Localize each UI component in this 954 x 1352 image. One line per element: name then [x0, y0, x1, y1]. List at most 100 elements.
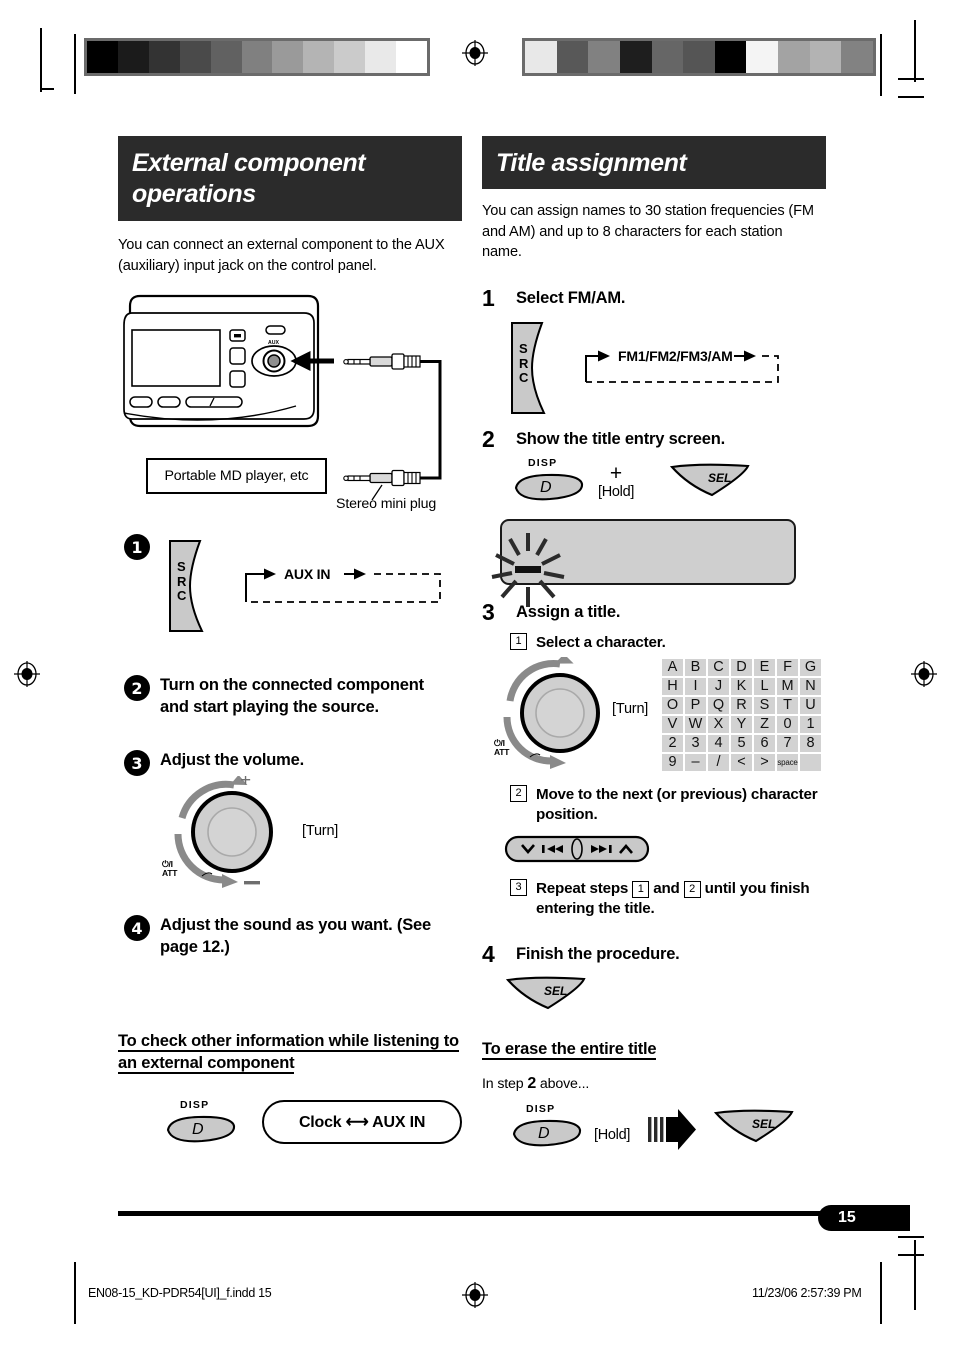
- head-unit-illustration: AUX: [118, 288, 462, 501]
- sel-button-erase[interactable]: SEL: [713, 1109, 796, 1145]
- substep-3-number: 3: [510, 879, 527, 897]
- trim-mark-top-right-h: [898, 78, 924, 80]
- step-1-title-text: Select FM/AM.: [516, 289, 626, 308]
- sel-button-2[interactable]: SEL: [669, 463, 752, 499]
- step-1-external: 1 S R C AUX IN: [118, 534, 462, 638]
- subsection-erase-title: To erase the entire title In step 2 abov…: [482, 1038, 826, 1160]
- section-title-title-assignment: Title assignment: [496, 149, 687, 177]
- character-cell: /: [708, 754, 729, 772]
- character-cell: C: [708, 659, 729, 677]
- page-number: 15: [838, 1209, 856, 1226]
- character-cell: G: [800, 659, 821, 677]
- calibration-swatch: [714, 41, 747, 73]
- portable-device-label: Portable MD player, etc: [164, 468, 309, 484]
- track-rocker-button[interactable]: [504, 835, 826, 868]
- plug-top: [343, 353, 421, 371]
- subsection-heading: To check other information while listeni…: [118, 1032, 459, 1075]
- substep-2-number: 2: [510, 785, 527, 803]
- character-cell: –: [685, 754, 706, 772]
- character-cell: A: [662, 659, 683, 677]
- sel-button-4-glyph: SEL: [544, 984, 568, 999]
- calibration-swatch: [303, 41, 335, 73]
- character-cell: P: [685, 697, 706, 715]
- footer-timestamp: 11/23/06 2:57:39 PM: [752, 1286, 862, 1300]
- substep-3-text: Repeat steps 1 and 2 until you finish en…: [536, 879, 826, 919]
- plug-bottom: [343, 470, 421, 487]
- calibration-swatch: [210, 41, 242, 73]
- step-marker-3: 3: [124, 750, 150, 776]
- step-marker-1: 1: [124, 534, 150, 560]
- calibration-swatch: [148, 41, 180, 73]
- character-cell: 0: [777, 716, 798, 734]
- character-cell: J: [708, 678, 729, 696]
- calibration-swatch: [272, 41, 304, 73]
- erase-lead-a: In step: [482, 1075, 524, 1092]
- trim-mark-bottom-right-h: [898, 1236, 924, 1238]
- page-number-badge: 15: [818, 1205, 910, 1231]
- disp-button-2[interactable]: DISP D: [512, 457, 586, 503]
- trim-mark-top-right-h2: [898, 96, 924, 98]
- portable-device-box: Portable MD player, etc: [146, 458, 327, 494]
- character-cell: W: [685, 716, 706, 734]
- erase-key-sequence: DISP D [Hold] SEL: [482, 1103, 826, 1161]
- calibration-swatch: [556, 41, 589, 73]
- disp-button-1[interactable]: DISP D: [164, 1098, 236, 1145]
- step-2-title-text: Show the title entry screen.: [516, 430, 725, 449]
- fm-am-flow: FM1/FM2/FM3/AM: [582, 344, 788, 393]
- character-cell: 4: [708, 735, 729, 753]
- step-2-external: 2 Turn on the connected component and st…: [124, 675, 462, 719]
- src-button-fm[interactable]: S R C: [508, 320, 552, 416]
- calibration-swatch: [778, 41, 810, 73]
- character-cell: >: [754, 754, 775, 772]
- select-knob-att-label: ⏻/I ATT: [494, 739, 510, 757]
- calibration-swatch: [396, 41, 427, 73]
- step-marker-2: 2: [124, 675, 150, 701]
- character-table: A B C D E F G H I J K L M N O P Q R S T U V W X Y Z 0 1 2 3 4 5 6 7 8 9– / < >…: [660, 657, 823, 773]
- plus-hold-group: + [Hold]: [598, 463, 634, 500]
- intro-text-external: You can connect an external component to…: [118, 237, 445, 274]
- character-cell: 5: [731, 735, 752, 753]
- calibration-swatch: [809, 41, 842, 73]
- character-cell: 1: [800, 716, 821, 734]
- substep-3-ref-a: 1: [632, 881, 650, 899]
- trim-mark-bottom-left-v: [74, 1262, 76, 1324]
- step-4-title: 4 Finish the procedure.: [482, 941, 826, 968]
- registration-mark-bottom: [462, 1282, 488, 1308]
- footer-filename: EN08-15_KD-PDR54[UI]_f.indd 15: [88, 1286, 272, 1300]
- character-cell: 6: [754, 735, 775, 753]
- trim-mark-top-left-h: [40, 88, 54, 90]
- character-cell: N: [800, 678, 821, 696]
- src-button-fm-label: S R C: [519, 341, 529, 386]
- disp-button-erase[interactable]: DISP D: [510, 1103, 584, 1149]
- character-cell: T: [777, 697, 798, 715]
- substep-2-text: Move to the next (or previous) character…: [536, 786, 818, 824]
- step-number-2: 2: [482, 426, 495, 453]
- src-button-label: S R C: [177, 559, 187, 604]
- calibration-strip-left: [84, 38, 430, 76]
- character-table-row: 9– / < > space: [662, 754, 821, 772]
- character-cell: V: [662, 716, 683, 734]
- intro-text-title: You can assign names to 30 station frequ…: [482, 203, 814, 261]
- src-button[interactable]: S R C: [166, 538, 210, 634]
- registration-mark-top: [462, 40, 488, 66]
- disp-button-cap: DISP: [180, 1098, 210, 1111]
- step-number-1: 1: [482, 285, 495, 312]
- substep-1-text: Select a character.: [536, 634, 666, 652]
- step-4-external: 4 Adjust the sound as you want. (See pag…: [124, 915, 462, 959]
- character-cell: M: [777, 678, 798, 696]
- substep-1-row: 1 Select a character.: [510, 633, 826, 653]
- erase-lead-num: 2: [527, 1074, 537, 1092]
- character-cell: 9: [662, 754, 683, 772]
- select-knob-turn-label: [Turn]: [612, 701, 649, 718]
- substep-3-text-b: and: [653, 880, 680, 898]
- sel-button-4[interactable]: SEL: [505, 976, 588, 1012]
- substep-3-ref-b: 2: [683, 881, 701, 899]
- character-cell: E: [754, 659, 775, 677]
- registration-mark-right: [911, 661, 937, 687]
- erase-lead: In step 2 above...: [482, 1075, 826, 1093]
- manual-page: External component operations You can co…: [0, 0, 954, 1352]
- character-cell: F: [777, 659, 798, 677]
- step-2-title: 2 Show the title entry screen.: [482, 426, 826, 453]
- calibration-swatch: [87, 41, 118, 73]
- calibration-swatch: [334, 41, 366, 73]
